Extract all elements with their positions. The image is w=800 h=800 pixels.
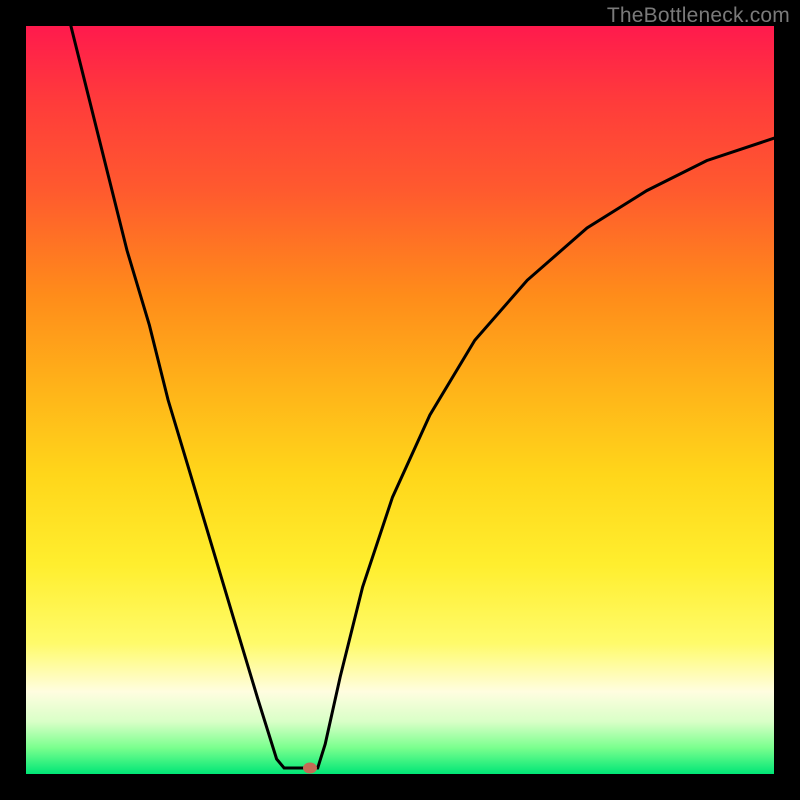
bottleneck-curve bbox=[26, 26, 774, 774]
attribution-text: TheBottleneck.com bbox=[607, 4, 790, 28]
plot-area bbox=[26, 26, 774, 774]
curve-path bbox=[71, 26, 774, 768]
optimum-marker bbox=[303, 763, 317, 774]
chart-frame: TheBottleneck.com bbox=[0, 0, 800, 800]
